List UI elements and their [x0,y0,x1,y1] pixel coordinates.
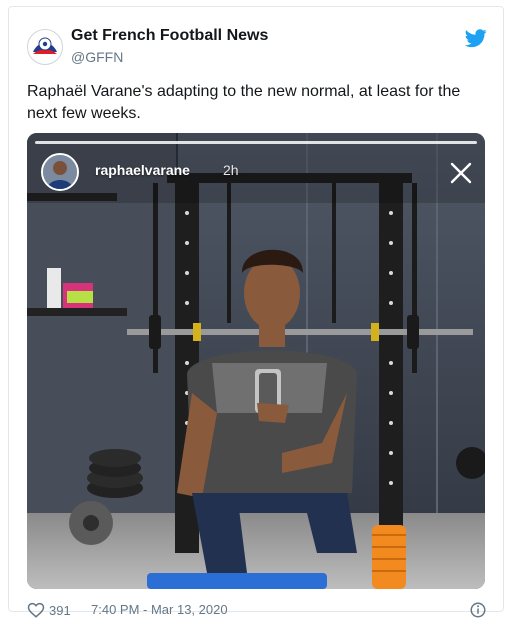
like-button[interactable]: 391 [27,601,71,619]
tweet-photo[interactable]: raphaelvarane 2h [27,133,485,589]
twitter-bird-icon[interactable] [464,27,487,49]
like-count: 391 [49,602,71,618]
tweet-timestamp[interactable]: 7:40 PM - Mar 13, 2020 [91,602,228,617]
tweet-footer: 391 7:40 PM - Mar 13, 2020 [27,601,487,619]
gffn-logo-icon [29,31,61,63]
tweet-card: Get French Football News @GFFN Raphaël V… [8,6,504,618]
story-username[interactable]: raphaelvarane [95,162,190,178]
author-handle[interactable]: @GFFN [71,49,123,65]
story-avatar[interactable] [41,153,79,191]
author-name[interactable]: Get French Football News [71,27,268,45]
close-icon[interactable] [449,161,473,185]
author-avatar[interactable] [27,29,63,65]
story-time: 2h [223,162,239,178]
profile-photo-icon [43,155,77,189]
info-icon[interactable] [469,601,487,619]
gym-photo-illustration [27,133,485,589]
tweet-text: Raphaël Varane's adapting to the new nor… [27,83,461,122]
heart-icon [27,602,45,618]
